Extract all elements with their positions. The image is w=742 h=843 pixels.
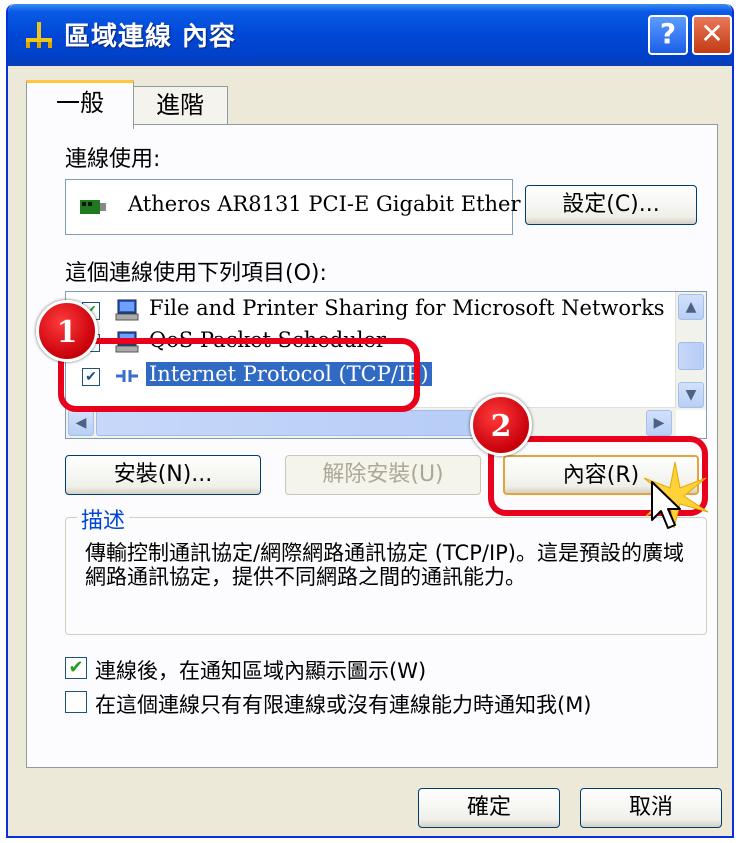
configure-button[interactable]: 設定(C)... xyxy=(525,185,697,225)
notify-checkbox[interactable] xyxy=(65,691,87,713)
description-text: 傳輸控制通訊協定/網際網路通訊協定 (TCP/IP)。這是預設的廣域網路通訊協定… xyxy=(85,541,684,589)
vertical-scrollbar[interactable]: ▲ ▼ xyxy=(675,292,706,410)
description-title: 描述 xyxy=(77,503,130,535)
adapter-name: Atheros AR8131 PCI-E Gigabit Ether xyxy=(128,192,521,216)
tab-general[interactable]: 一般 xyxy=(26,80,134,129)
list-item[interactable]: ✔ File and Printer Sharing for Microsoft… xyxy=(66,294,665,326)
window-title: 區域連線 內容 xyxy=(64,22,237,52)
title-bar[interactable]: 區域連線 內容 ? ✕ xyxy=(8,4,732,66)
vertical-scroll-thumb[interactable] xyxy=(678,342,704,370)
mouse-pointer-icon xyxy=(651,481,681,529)
scroll-left-icon[interactable]: ◀ xyxy=(68,410,94,436)
connect-using-label: 連線使用: xyxy=(65,147,161,172)
item-label: File and Printer Sharing for Microsoft N… xyxy=(149,296,665,320)
show-icon-label: 連線後，在通知區域內顯示圖示(W) xyxy=(95,659,427,683)
uninstall-button[interactable]: 解除安裝(U) xyxy=(285,455,481,495)
network-connection-icon xyxy=(26,22,52,48)
network-adapter-icon xyxy=(80,200,106,214)
tab-advanced[interactable]: 進階 xyxy=(132,86,228,125)
close-button[interactable]: ✕ xyxy=(692,15,732,55)
scroll-down-icon[interactable]: ▼ xyxy=(678,382,704,408)
help-button[interactable]: ? xyxy=(648,15,688,55)
adapter-field: Atheros AR8131 PCI-E Gigabit Ether xyxy=(65,179,521,235)
notify-label: 在這個連線只有有限連線或沒有連線能力時通知我(M) xyxy=(95,693,592,717)
notify-option[interactable]: 在這個連線只有有限連線或沒有連線能力時通知我(M) xyxy=(65,687,705,717)
properties-dialog: 區域連線 內容 ? ✕ 一般 進階 連線使用: Atheros AR8131 P… xyxy=(6,4,734,838)
components-label: 這個連線使用下列項目(O): xyxy=(65,261,327,286)
callout-highlight-1 xyxy=(58,338,420,412)
scroll-right-icon[interactable]: ▶ xyxy=(646,410,672,436)
step-badge-2: 2 xyxy=(470,394,532,456)
ok-button[interactable]: 確定 xyxy=(418,788,560,828)
install-button[interactable]: 安裝(N)... xyxy=(65,455,261,495)
show-icon-checkbox[interactable]: ✔ xyxy=(65,657,87,679)
scroll-up-icon[interactable]: ▲ xyxy=(678,294,704,320)
show-icon-option[interactable]: ✔ 連線後，在通知區域內顯示圖示(W) xyxy=(65,653,525,683)
network-service-icon xyxy=(115,299,139,321)
cancel-button[interactable]: 取消 xyxy=(580,788,722,828)
horizontal-scroll-thumb[interactable] xyxy=(96,410,486,436)
step-badge-1: 1 xyxy=(36,300,98,362)
